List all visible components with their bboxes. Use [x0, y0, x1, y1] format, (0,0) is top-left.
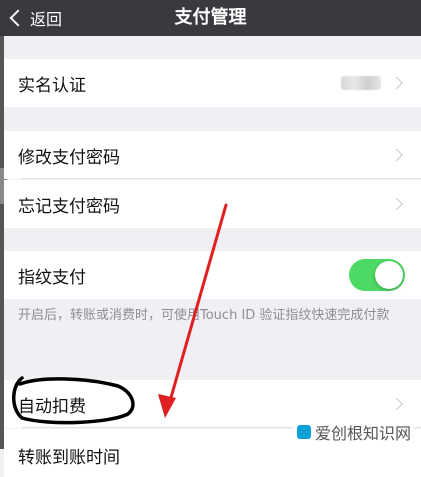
watermark: 爱创根知识网 [292, 419, 415, 445]
fingerprint-toggle[interactable] [349, 259, 405, 291]
divider [22, 178, 421, 179]
blurred-name-value [341, 76, 381, 90]
row-label: 转账到账时间 [18, 447, 120, 468]
chevron-right-icon [390, 397, 403, 411]
fingerprint-hint: 开启后，转账或消费时，可使用Touch ID 验证指纹快速完成付款 [18, 308, 390, 323]
row-label: 实名认证 [18, 75, 86, 96]
chevron-right-icon [390, 148, 403, 162]
row-change-password[interactable]: 修改支付密码 [4, 131, 421, 179]
toggle-knob [375, 261, 403, 289]
watermark-logo-icon [296, 425, 311, 439]
chevron-right-icon [390, 197, 403, 211]
watermark-text: 爱创根知识网 [314, 424, 411, 443]
row-label: 自动扣费 [18, 396, 86, 417]
page-title: 支付管理 [174, 7, 247, 28]
row-label: 指纹支付 [18, 267, 86, 288]
row-label: 忘记支付密码 [18, 196, 120, 217]
row-real-name[interactable]: 实名认证 [4, 59, 421, 107]
row-fingerprint-payment: 指纹支付 [4, 251, 421, 299]
row-forgot-password[interactable]: 忘记支付密码 [4, 180, 421, 228]
chevron-right-icon [390, 76, 403, 90]
row-label: 修改支付密码 [18, 147, 120, 168]
navigation-bar: 返回 支付管理 [0, 0, 421, 36]
